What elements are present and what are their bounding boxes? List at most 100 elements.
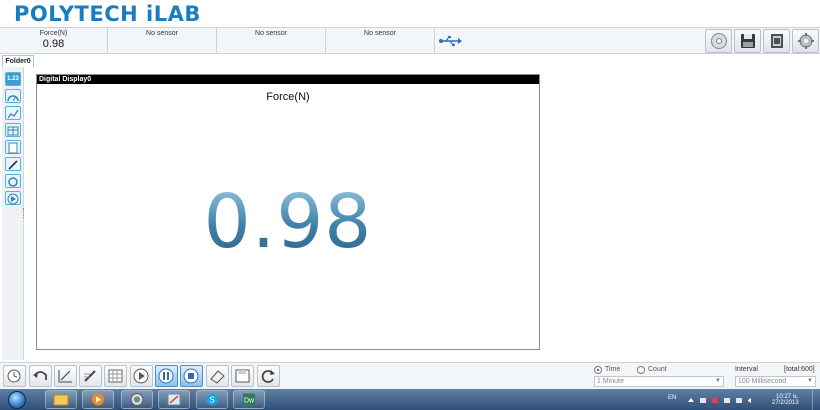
stop-icon [183, 368, 199, 384]
axis-graph-icon [58, 370, 72, 383]
tab-folder0[interactable]: Folder0 [2, 55, 34, 67]
sensor-slot-3[interactable]: No sensor [217, 28, 326, 54]
sensor-slot-1[interactable]: Force(N) 0.98 [0, 28, 108, 54]
graph-icon [7, 109, 19, 119]
rail-resize-handle[interactable] [23, 208, 25, 218]
ilab-app-icon [130, 393, 144, 406]
pause-icon [158, 368, 174, 384]
graph-button[interactable] [5, 106, 21, 120]
system-tray-icons[interactable] [686, 395, 766, 405]
count-radio[interactable] [637, 366, 645, 374]
clock-date[interactable]: 27/2/2013 [772, 400, 799, 406]
sensor-label: Force(N) [39, 30, 68, 37]
usb-icon [439, 36, 462, 47]
language-indicator[interactable]: EN [668, 395, 676, 401]
refresh-icon [261, 370, 275, 383]
edit-button[interactable] [79, 365, 102, 387]
dreamweaver-icon: Dw [243, 393, 255, 406]
display-value: 0.98 [37, 179, 539, 265]
undo-button[interactable] [29, 365, 52, 387]
manual-button[interactable] [763, 29, 790, 53]
pen-button[interactable] [5, 157, 21, 171]
interval-select-value: 100 Millisecond [738, 378, 787, 385]
sensor-slot-4[interactable]: No sensor [326, 28, 435, 54]
sensor-label: No sensor [255, 30, 287, 37]
tool-rail: 1.23 [2, 67, 24, 360]
sensor-value: 0.98 [42, 38, 65, 50]
sensor-label: No sensor [364, 30, 396, 37]
play-icon [7, 193, 19, 205]
gauge-button[interactable] [5, 89, 21, 103]
save-disk-icon [740, 34, 755, 48]
disc-icon [710, 33, 727, 49]
bottom-toolbar: Time Count 1 Minute ▼ Interval [total:60… [0, 362, 820, 389]
start-button[interactable] [130, 365, 153, 387]
taskbar-media-player[interactable] [82, 390, 114, 409]
count-radio-label: Count [648, 366, 667, 373]
grid-icon [108, 369, 123, 383]
taskbar-explorer[interactable] [45, 390, 77, 409]
play-button[interactable] [5, 191, 21, 205]
start-orb-icon[interactable] [8, 391, 26, 409]
taskbar-ilab[interactable] [121, 390, 153, 409]
interval-total: [total:600] [784, 366, 815, 373]
digital-display-panel: Digital Display0 Force(N) 0.98 [36, 74, 540, 350]
disc-button[interactable] [705, 29, 732, 53]
skype-icon: S [206, 393, 218, 406]
pencil-icon [84, 370, 96, 382]
windows-taskbar: S Dw EN 10:27 น. 27/2/2013 [0, 389, 820, 410]
interval-select[interactable]: 100 Millisecond ▼ [735, 376, 816, 387]
book-icon [770, 34, 783, 48]
stop-button[interactable] [180, 365, 203, 387]
digital-display-button[interactable]: 1.23 [5, 72, 21, 86]
table-button[interactable] [5, 123, 21, 137]
chevron-down-icon: ▼ [715, 378, 721, 384]
refresh-button[interactable] [257, 365, 280, 387]
camera-button[interactable] [5, 174, 21, 188]
notes-button[interactable] [5, 140, 21, 154]
sensor-label: No sensor [146, 30, 178, 37]
interval-label: Interval [735, 366, 758, 373]
paint-icon [167, 393, 181, 406]
duration-select[interactable]: 1 Minute ▼ [594, 376, 724, 387]
svg-text:Dw: Dw [244, 398, 255, 405]
app-title: POLYTECH iLAB [14, 2, 201, 26]
save-data-button[interactable] [231, 365, 254, 387]
display-title: Force(N) [266, 91, 310, 103]
play-circle-icon [133, 368, 149, 384]
taskbar-dreamweaver[interactable]: Dw [233, 390, 265, 409]
grid-button[interactable] [104, 365, 127, 387]
eraser-icon [210, 370, 225, 384]
show-desktop-button[interactable] [812, 389, 820, 410]
camera-icon [8, 177, 18, 187]
digital-display-icon: 1.23 [7, 76, 19, 82]
clock-button[interactable] [3, 365, 26, 387]
media-player-icon [92, 393, 104, 406]
ilab-app-window: POLYTECH iLAB Force(N) 0.98 No sensor No… [0, 0, 820, 410]
gauge-icon [7, 95, 19, 102]
pen-icon [8, 160, 18, 170]
axis-graph-button[interactable] [54, 365, 77, 387]
settings-gear-icon [797, 33, 814, 49]
title-bar: POLYTECH iLAB [0, 0, 820, 27]
pause-button[interactable] [155, 365, 178, 387]
sensor-strip: Force(N) 0.98 No sensor No sensor No sen… [0, 27, 820, 54]
sensor-slot-2[interactable]: No sensor [108, 28, 217, 54]
clock-icon [7, 369, 21, 383]
display-header[interactable]: Digital Display0 [37, 75, 539, 84]
time-radio-label: Time [605, 366, 621, 373]
save-button[interactable] [734, 29, 761, 53]
taskbar-skype[interactable]: S [196, 390, 228, 409]
folder-icon [53, 394, 69, 406]
settings-button[interactable] [792, 29, 819, 53]
undo-icon [33, 371, 47, 380]
chevron-down-icon: ▼ [807, 378, 813, 384]
svg-text:S: S [209, 396, 214, 405]
taskbar-paint[interactable] [158, 390, 190, 409]
duration-select-value: 1 Minute [597, 378, 624, 385]
notes-icon [8, 142, 18, 154]
clear-button[interactable] [206, 365, 229, 387]
time-radio[interactable] [594, 366, 602, 374]
floppy-icon [235, 369, 250, 383]
table-icon [7, 126, 19, 136]
